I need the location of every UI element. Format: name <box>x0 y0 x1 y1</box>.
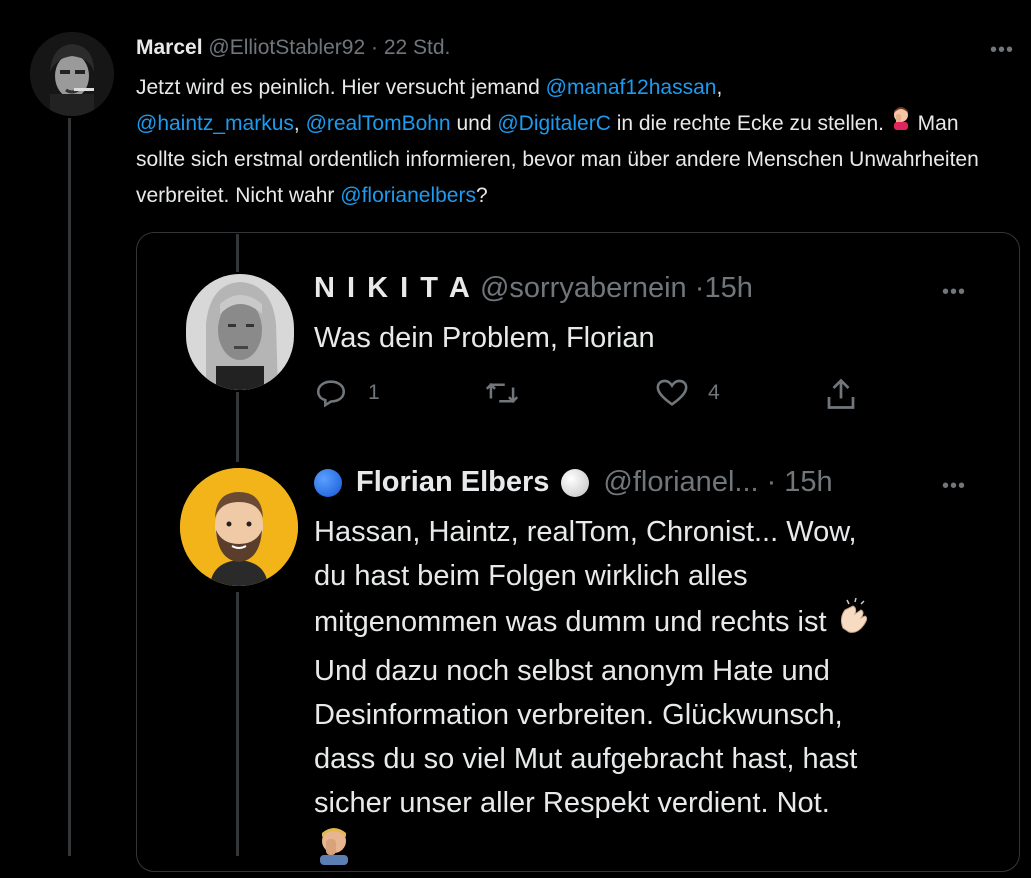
tweet-text-part: in die rechte Ecke zu stellen. <box>610 112 890 135</box>
clapping-hands-emoji-icon <box>835 597 875 649</box>
portrait-image <box>186 274 294 390</box>
mention-link[interactable]: @realTomBohn <box>306 112 451 135</box>
tweet-text-part: Jetzt wird es peinlich. Hier versucht je… <box>136 76 546 99</box>
mention-link[interactable]: @manaf12hassan <box>546 76 717 99</box>
handle[interactable]: @sorryabernein <box>480 272 687 304</box>
heart-icon <box>656 379 688 406</box>
quote-thread-line-top <box>236 234 239 272</box>
reply-icon <box>316 380 346 408</box>
like-button[interactable]: 4 <box>654 376 720 410</box>
more-icon[interactable]: ••• <box>942 476 966 496</box>
white-circle-emoji-icon <box>561 468 590 497</box>
tweet-text-part: ? <box>475 184 488 208</box>
separator: · <box>694 272 705 304</box>
tweet-text-part: , <box>716 76 723 99</box>
display-name[interactable]: Marcel <box>136 36 203 59</box>
more-icon[interactable]: ••• <box>990 40 1014 60</box>
timestamp[interactable]: 22 Std. <box>384 36 451 59</box>
facepalm-man-emoji-icon <box>314 825 354 878</box>
tweet-line: dass du so viel Mut aufgebracht hast, ha… <box>314 743 858 775</box>
timestamp[interactable]: 15h <box>704 272 752 304</box>
tweet-line: Hassan, Haintz, realTom, Chronist... Wow… <box>314 516 857 548</box>
more-icon[interactable]: ••• <box>942 282 966 302</box>
tweet-text-part: , <box>293 112 306 135</box>
like-count: 4 <box>708 381 720 404</box>
mention-link[interactable]: @DigitalerC <box>497 112 611 135</box>
avatar-marcel[interactable] <box>30 32 114 116</box>
display-name[interactable]: N I K I T A <box>314 272 472 304</box>
retweet-icon <box>485 382 519 404</box>
reply-count: 1 <box>368 381 380 404</box>
cartoon-avatar-image <box>180 468 298 586</box>
reply-button[interactable]: 1 <box>314 376 380 410</box>
quoted-tweet-header: Florian Elbers @florianel... · 15h <box>314 466 833 499</box>
tweet-header: Marcel @ElliotStabler92 · 22 Std. <box>136 36 450 60</box>
tweet-line: Desinformation verbreiten. Glückwunsch, <box>314 699 843 731</box>
share-button[interactable] <box>822 376 860 412</box>
mention-link[interactable]: @florianelbers <box>340 184 476 207</box>
avatar-nikita[interactable] <box>186 274 294 390</box>
share-icon <box>827 378 855 409</box>
mention-link[interactable]: @haintz_markus <box>136 112 294 135</box>
retweet-button[interactable] <box>484 376 520 410</box>
tweet-text-part: und <box>450 112 498 135</box>
tweet-line-with-emoji: mitgenommen was dumm und rechts ist <box>314 597 994 649</box>
separator: · <box>766 466 777 498</box>
tweet-line: sicher unser aller Respekt verdient. Not… <box>314 787 830 819</box>
tweet-text: Jetzt wird es peinlich. Hier versucht je… <box>136 70 986 214</box>
portrait-image <box>30 32 114 116</box>
quoted-tweet-header: N I K I T A @sorryabernein ·15h <box>314 272 753 305</box>
tweet-line: Und dazu noch selbst anonym Hate und <box>314 655 830 687</box>
tweet-line: du hast beim Folgen wirklich alles <box>314 560 748 592</box>
quote-thread-line-bottom <box>236 592 239 856</box>
handle[interactable]: @florianel... <box>603 466 758 499</box>
separator: · <box>370 36 378 59</box>
handle[interactable]: @ElliotStabler92 <box>208 36 365 59</box>
emoji-line <box>314 825 994 878</box>
facepalm-emoji-icon <box>890 106 912 142</box>
quote-thread-line-mid <box>236 392 239 462</box>
display-name[interactable]: Florian Elbers <box>356 466 549 499</box>
avatar-florian[interactable] <box>180 468 298 586</box>
thread-line <box>68 118 71 856</box>
tweet-line: mitgenommen was dumm und rechts ist <box>314 606 827 639</box>
quoted-tweet-text: Was dein Problem, Florian <box>314 322 655 354</box>
quoted-tweet-text: Hassan, Haintz, realTom, Chronist... Wow… <box>314 510 994 878</box>
timestamp[interactable]: 15h <box>784 466 832 499</box>
blue-circle-emoji-icon <box>314 468 342 497</box>
